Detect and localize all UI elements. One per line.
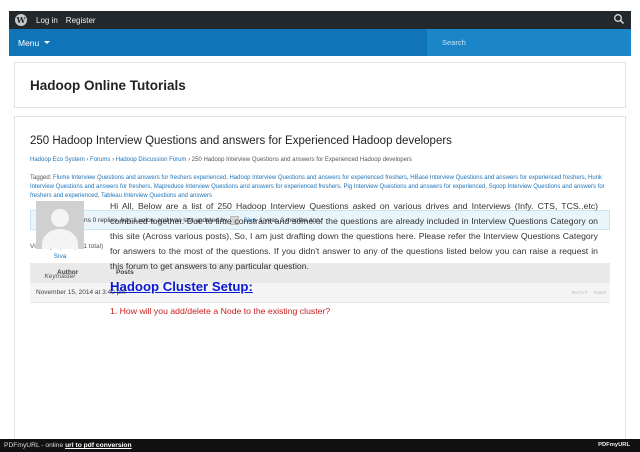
avatar-head [51, 209, 69, 227]
register-link[interactable]: Register [66, 16, 96, 25]
avatar-body [42, 229, 78, 249]
search-icon[interactable] [613, 13, 625, 25]
tags-label: Tagged: [30, 175, 54, 181]
breadcrumb-hadoop-eco-system[interactable]: Hadoop Eco System [30, 157, 85, 163]
post-author: Siva Keymaster [31, 201, 89, 280]
tag-link[interactable]: Hadoop Interview Questions and answers f… [229, 175, 406, 181]
post-permalink[interactable]: #1823 [593, 290, 606, 295]
section-heading: Hadoop Cluster Setup: [110, 279, 253, 294]
breadcrumb-separator: › [188, 157, 191, 163]
reply-link[interactable]: REPLY [572, 290, 588, 295]
main-navigation: Menu [9, 29, 631, 56]
site-title[interactable]: Hadoop Online Tutorials [30, 78, 186, 93]
footer-text: PDFmyURL - online url to pdf conversion [4, 442, 132, 449]
post-content: Hi All, Below are a list of 250 Hadoop I… [110, 201, 598, 271]
topic-tags: Tagged: Flume Interview Questions and an… [30, 175, 605, 199]
tag-link[interactable]: Flume Interview Questions and answers fo… [53, 175, 226, 181]
breadcrumb-current: 250 Hadoop Interview Questions and answe… [191, 157, 412, 163]
login-link[interactable]: Log in [36, 16, 58, 25]
author-name-link[interactable]: Siva [31, 253, 89, 260]
question-item: 1. How will you add/delete a Node to the… [110, 306, 331, 316]
footer-brand-logo[interactable]: PDFmyURL [598, 442, 630, 448]
search-input[interactable] [427, 29, 631, 56]
tag-link[interactable]: Pig Interview Questions and answers for … [344, 184, 486, 190]
wordpress-logo-icon[interactable]: W [15, 14, 27, 26]
menu-toggle[interactable]: Menu [18, 37, 51, 48]
breadcrumb-separator: › [112, 157, 115, 163]
author-role: Keymaster [44, 273, 76, 280]
footer-label: PDFmyURL - online [4, 442, 66, 449]
tag-link[interactable]: HBase Interview Questions and answers fo… [410, 175, 584, 181]
page-title: 250 Hadoop Interview Questions and answe… [30, 135, 452, 147]
menu-label: Menu [18, 37, 40, 48]
breadcrumb-forums[interactable]: Forums [90, 157, 110, 163]
site-header: Hadoop Online Tutorials [14, 62, 626, 108]
breadcrumb-hadoop-discussion-forum[interactable]: Hadoop Discussion Forum [116, 157, 187, 163]
admin-bar: W Log in Register [9, 11, 631, 29]
footer-link[interactable]: url to pdf conversion [65, 442, 132, 449]
pdf-footer: PDFmyURL - online url to pdf conversion … [0, 439, 640, 452]
breadcrumb-separator: › [86, 157, 89, 163]
topic-content: 250 Hadoop Interview Questions and answe… [14, 116, 626, 452]
avatar[interactable] [36, 201, 84, 249]
caret-down-icon [44, 41, 51, 44]
breadcrumb: Hadoop Eco System › Forums › Hadoop Disc… [30, 157, 412, 163]
tag-link[interactable]: Mapreduce Interview Questions and answer… [154, 184, 340, 190]
